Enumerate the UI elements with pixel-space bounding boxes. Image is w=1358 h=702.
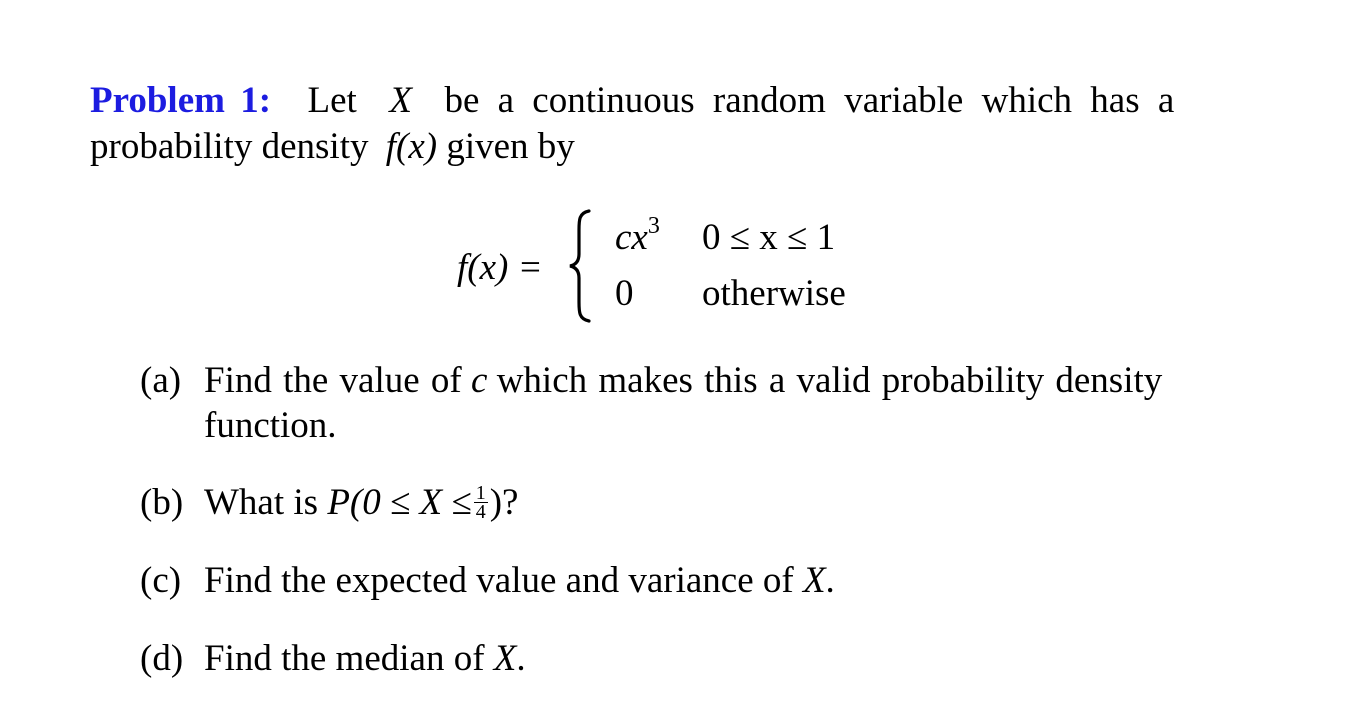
problem-heading: Problem 1: bbox=[90, 80, 272, 121]
question-c-label: (c) bbox=[140, 560, 182, 601]
fraction-denominator: 4 bbox=[475, 501, 486, 524]
fraction-one-quarter: 14 bbox=[473, 483, 488, 524]
question-d-end: . bbox=[516, 638, 526, 679]
question-d-variable: X bbox=[493, 638, 517, 679]
intro-function: f(x) bbox=[385, 126, 438, 167]
equation-lhs: f(x) = bbox=[457, 247, 543, 288]
question-a-line-2: function. bbox=[204, 405, 337, 446]
intro-let: Let bbox=[307, 80, 357, 121]
question-b-text: What is bbox=[204, 482, 319, 523]
left-brace-icon bbox=[569, 209, 591, 323]
question-b-label: (b) bbox=[140, 482, 184, 523]
piecewise-equation: f(x) = cx3 0 ≤ x ≤ 1 0 otherwise bbox=[455, 208, 875, 328]
intro-line2-end: given by bbox=[446, 126, 575, 167]
case-1-base: cx bbox=[615, 217, 648, 258]
document-page: Problem 1: Let X be a continuous random … bbox=[0, 0, 1358, 702]
case-1-exponent: 3 bbox=[647, 213, 660, 239]
question-b-suffix: )? bbox=[489, 482, 519, 523]
intro-line2-text: probability density bbox=[90, 126, 369, 167]
case-1-condition: 0 ≤ x ≤ 1 bbox=[702, 217, 836, 258]
question-c-end: . bbox=[825, 560, 835, 601]
question-d: (d) Find the median of X. bbox=[140, 637, 526, 681]
intro-variable-x: X bbox=[389, 80, 412, 121]
intro-rest: be a continuous random variable which ha… bbox=[444, 80, 1175, 121]
question-a-variable: c bbox=[471, 360, 488, 401]
question-c: (c) Find the expected value and variance … bbox=[140, 559, 835, 603]
case-2-expression: 0 bbox=[615, 273, 634, 314]
question-d-text: Find the median of bbox=[204, 638, 485, 679]
problem-intro-line-1: Problem 1: Let X be a continuous random … bbox=[90, 79, 1174, 123]
question-b: (b) What is P(0 ≤ X ≤1 4)? bbox=[140, 481, 518, 525]
question-b-expression: P(0 ≤ X ≤ bbox=[327, 482, 472, 523]
question-c-variable: X bbox=[802, 560, 826, 601]
question-d-label: (d) bbox=[140, 638, 184, 679]
case-1-expression: cx3 bbox=[615, 213, 660, 259]
question-a: (a) Find the value of c which makes this … bbox=[140, 359, 1162, 403]
question-a-label: (a) bbox=[140, 360, 182, 401]
question-a-text-end: which makes this a valid probability den… bbox=[496, 360, 1163, 401]
case-2-condition: otherwise bbox=[702, 273, 846, 314]
question-a-text: Find the value of bbox=[204, 360, 462, 401]
problem-intro-line-2: probability density f(x) given by bbox=[90, 125, 575, 169]
question-c-text: Find the expected value and variance of bbox=[204, 560, 794, 601]
